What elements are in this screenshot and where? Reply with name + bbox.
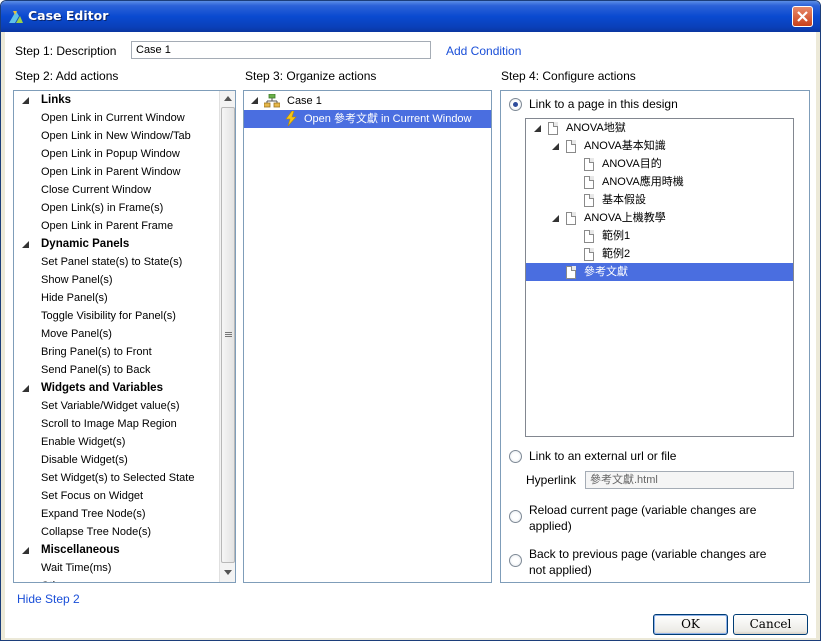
- reload-page-label-2: applied): [529, 519, 572, 533]
- page-icon: [584, 230, 594, 243]
- action-item[interactable]: Show Panel(s): [41, 271, 113, 289]
- description-input[interactable]: Case 1: [131, 41, 431, 59]
- action-group-header[interactable]: Miscellaneous: [41, 541, 120, 559]
- page-icon: [566, 140, 576, 153]
- back-page-label-2: not applied): [529, 563, 592, 577]
- page-tree-node[interactable]: ANOVA基本知識: [584, 137, 666, 155]
- tree-expand-icon[interactable]: [534, 125, 541, 132]
- scroll-down-icon[interactable]: [224, 570, 232, 575]
- dialog-content: Step 1: Description Case 1 Add Condition…: [5, 32, 816, 638]
- back-page-label-1: Back to previous page (variable changes …: [529, 547, 767, 561]
- actions-scrollbar[interactable]: [219, 91, 235, 582]
- step4-label: Step 4: Configure actions: [501, 69, 636, 83]
- close-button[interactable]: [792, 6, 813, 27]
- action-item[interactable]: Set Widget(s) to Selected State: [41, 469, 194, 487]
- action-item[interactable]: Collapse Tree Node(s): [41, 523, 151, 541]
- expand-triangle-icon[interactable]: [251, 97, 258, 104]
- reload-page-radio[interactable]: [509, 510, 522, 523]
- action-item[interactable]: Open Link(s) in Frame(s): [41, 199, 163, 217]
- case-editor-dialog: Case Editor Step 1: Description Case 1 A…: [0, 0, 821, 641]
- action-item[interactable]: Open Link in Popup Window: [41, 145, 180, 163]
- group-expand-icon[interactable]: [22, 97, 29, 104]
- close-icon: [797, 11, 808, 22]
- group-expand-icon[interactable]: [22, 241, 29, 248]
- action-item[interactable]: Move Panel(s): [41, 325, 112, 343]
- action-item[interactable]: Scroll to Image Map Region: [41, 415, 177, 433]
- action-item[interactable]: Other: [41, 577, 69, 582]
- hyperlink-input[interactable]: 參考文獻.html: [585, 471, 794, 489]
- link-page-radio[interactable]: [509, 98, 522, 111]
- action-item[interactable]: Set Panel state(s) to State(s): [41, 253, 182, 271]
- link-page-label: Link to a page in this design: [529, 97, 678, 111]
- title-bar[interactable]: Case Editor: [1, 1, 820, 32]
- page-icon: [566, 266, 576, 279]
- case-node[interactable]: Case 1: [287, 92, 322, 110]
- window-title: Case Editor: [28, 8, 109, 23]
- action-item[interactable]: Disable Widget(s): [41, 451, 128, 469]
- action-item[interactable]: Set Focus on Widget: [41, 487, 143, 505]
- page-icon: [548, 122, 558, 135]
- page-tree-node[interactable]: 範例2: [602, 245, 630, 263]
- action-item[interactable]: Bring Panel(s) to Front: [41, 343, 152, 361]
- page-icon: [566, 212, 576, 225]
- add-condition-link[interactable]: Add Condition: [446, 44, 521, 58]
- page-icon: [584, 248, 594, 261]
- cancel-button[interactable]: Cancel: [733, 614, 808, 635]
- page-tree-node[interactable]: ANOVA應用時機: [602, 173, 684, 191]
- page-tree-node[interactable]: 參考文獻: [584, 263, 628, 281]
- action-item[interactable]: Send Panel(s) to Back: [41, 361, 150, 379]
- ok-button[interactable]: OK: [653, 614, 728, 635]
- action-item[interactable]: Enable Widget(s): [41, 433, 125, 451]
- action-item[interactable]: Open Link in Parent Frame: [41, 217, 173, 235]
- step1-label: Step 1: Description: [15, 44, 117, 58]
- step2-label: Step 2: Add actions: [15, 69, 119, 83]
- action-node[interactable]: Open 參考文獻 in Current Window: [304, 110, 472, 128]
- scroll-up-icon[interactable]: [224, 96, 232, 101]
- page-tree-node[interactable]: 範例1: [602, 227, 630, 245]
- page-icon: [584, 158, 594, 171]
- reload-page-label-1: Reload current page (variable changes ar…: [529, 503, 757, 517]
- action-item[interactable]: Open Link in Parent Window: [41, 163, 180, 181]
- group-expand-icon[interactable]: [22, 385, 29, 392]
- group-expand-icon[interactable]: [22, 547, 29, 554]
- external-url-label: Link to an external url or file: [529, 449, 677, 463]
- action-group-header[interactable]: Widgets and Variables: [41, 379, 163, 397]
- step3-label: Step 3: Organize actions: [245, 69, 377, 83]
- tree-expand-icon[interactable]: [552, 215, 559, 222]
- action-item[interactable]: Toggle Visibility for Panel(s): [41, 307, 176, 325]
- action-item[interactable]: Wait Time(ms): [41, 559, 111, 577]
- hide-step2-link[interactable]: Hide Step 2: [17, 592, 80, 606]
- page-tree-node[interactable]: ANOVA地獄: [566, 119, 626, 137]
- case-icon: [264, 94, 280, 108]
- action-item[interactable]: Expand Tree Node(s): [41, 505, 146, 523]
- action-item[interactable]: Set Variable/Widget value(s): [41, 397, 180, 415]
- action-group-header[interactable]: Dynamic Panels: [41, 235, 129, 253]
- lightning-icon: [285, 111, 297, 126]
- action-item[interactable]: Open Link in Current Window: [41, 109, 185, 127]
- action-item[interactable]: Close Current Window: [41, 181, 151, 199]
- external-url-radio[interactable]: [509, 450, 522, 463]
- page-tree-node[interactable]: 基本假設: [602, 191, 646, 209]
- page-icon: [584, 194, 594, 207]
- hyperlink-label: Hyperlink: [526, 473, 577, 487]
- scroll-thumb[interactable]: [221, 107, 235, 563]
- action-group-header[interactable]: Links: [41, 91, 71, 109]
- page-tree-node[interactable]: ANOVA目的: [602, 155, 662, 173]
- page-icon: [584, 176, 594, 189]
- tree-expand-icon[interactable]: [552, 143, 559, 150]
- page-tree: ANOVA地獄 ANOVA基本知識 ANOVA目的 ANOVA應用時機 基本假設 ANOV…: [525, 118, 794, 437]
- action-item[interactable]: Hide Panel(s): [41, 289, 108, 307]
- action-item[interactable]: Open Link in New Window/Tab: [41, 127, 191, 145]
- organize-actions-panel: Case 1 Open 參考文獻 in Current Window: [243, 90, 492, 583]
- app-icon: [9, 11, 23, 23]
- configure-actions-panel: Link to a page in this design ANOVA地獄 ANO…: [500, 90, 810, 583]
- grip-icon: [225, 332, 232, 337]
- actions-list-panel: Links Open Link in Current Window Open Lin…: [13, 90, 236, 583]
- page-tree-node[interactable]: ANOVA上機教學: [584, 209, 666, 227]
- back-page-radio[interactable]: [509, 554, 522, 567]
